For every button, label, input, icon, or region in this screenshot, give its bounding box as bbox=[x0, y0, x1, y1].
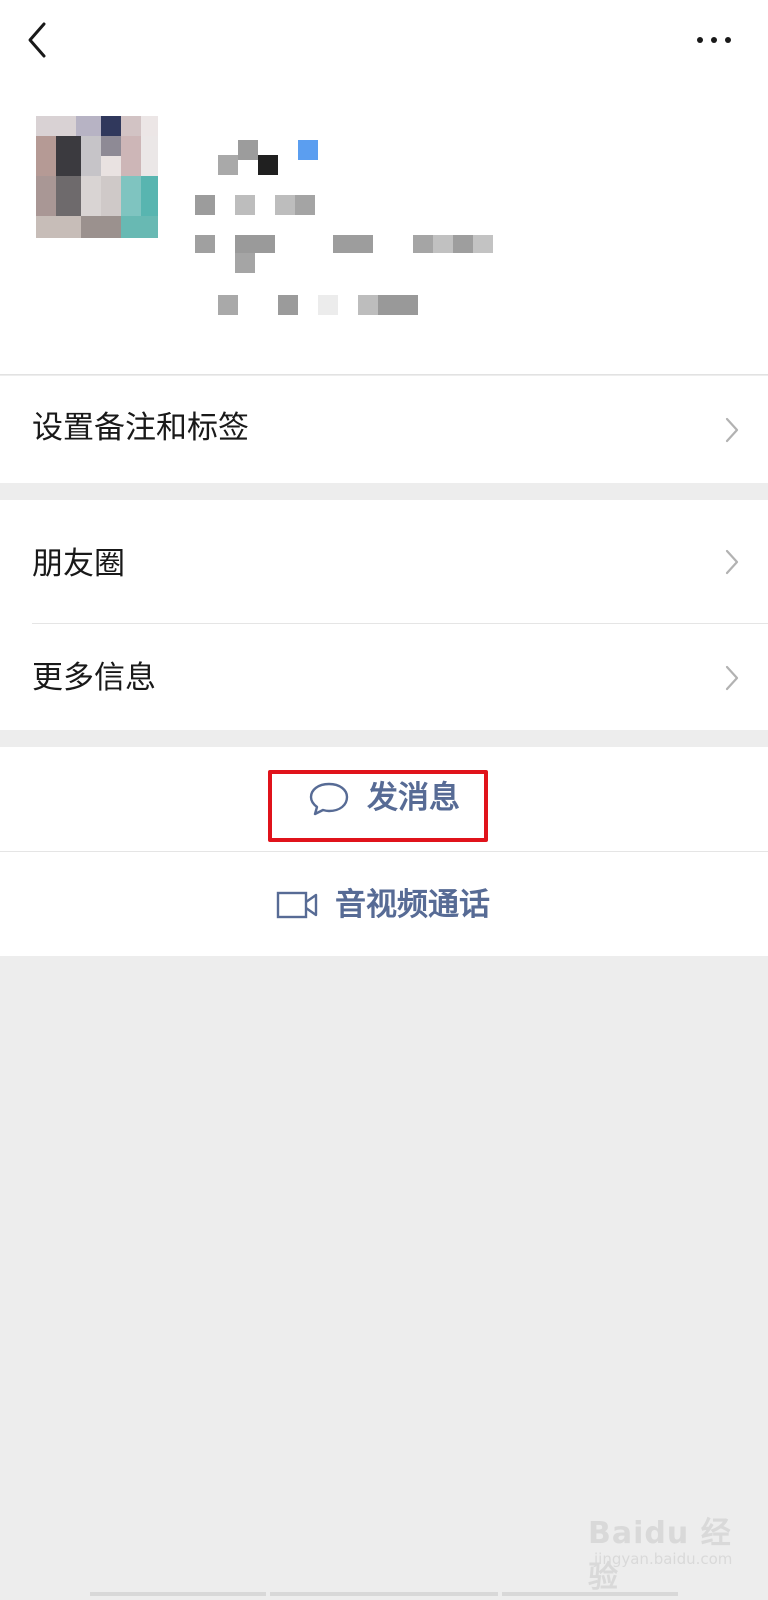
profile-header bbox=[0, 0, 768, 375]
more-options-button[interactable] bbox=[692, 24, 740, 56]
info-section: 朋友圈 更多信息 bbox=[0, 500, 768, 730]
row-remark-tags-label: 设置备注和标签 bbox=[32, 410, 249, 446]
bottom-bar-segment bbox=[270, 1592, 498, 1596]
chevron-right-icon bbox=[725, 665, 739, 691]
highlight-annotation bbox=[268, 770, 488, 842]
row-moments[interactable]: 朋友圈 bbox=[0, 500, 768, 623]
remark-section: 设置备注和标签 bbox=[0, 376, 768, 483]
baidu-jingyan-watermark: Baidu 经验 jingyan.baidu.com bbox=[588, 1500, 758, 1595]
back-button[interactable] bbox=[18, 18, 58, 62]
chevron-right-icon bbox=[725, 549, 739, 575]
profile-info-obscured bbox=[195, 135, 515, 325]
contact-profile-page: 设置备注和标签 朋友圈 更多信息 发消息 音视频通话 Baidu 经验 jing… bbox=[0, 0, 768, 1600]
row-more-info-label: 更多信息 bbox=[32, 660, 156, 696]
more-horizontal-icon bbox=[697, 37, 731, 43]
watermark-url: jingyan.baidu.com bbox=[594, 1550, 733, 1568]
av-call-label: 音视频通话 bbox=[335, 887, 490, 923]
avatar-image bbox=[36, 116, 158, 238]
avatar[interactable] bbox=[36, 116, 158, 238]
bottom-bar-segment bbox=[90, 1592, 266, 1596]
av-call-button[interactable]: 音视频通话 bbox=[0, 852, 768, 956]
video-camera-icon bbox=[276, 891, 318, 919]
row-more-info[interactable]: 更多信息 bbox=[0, 624, 768, 730]
bottom-bar-segment bbox=[502, 1592, 678, 1596]
chevron-right-icon bbox=[725, 417, 739, 443]
row-remark-tags[interactable]: 设置备注和标签 bbox=[0, 376, 768, 483]
chevron-left-icon bbox=[28, 22, 46, 58]
row-moments-label: 朋友圈 bbox=[32, 546, 125, 582]
